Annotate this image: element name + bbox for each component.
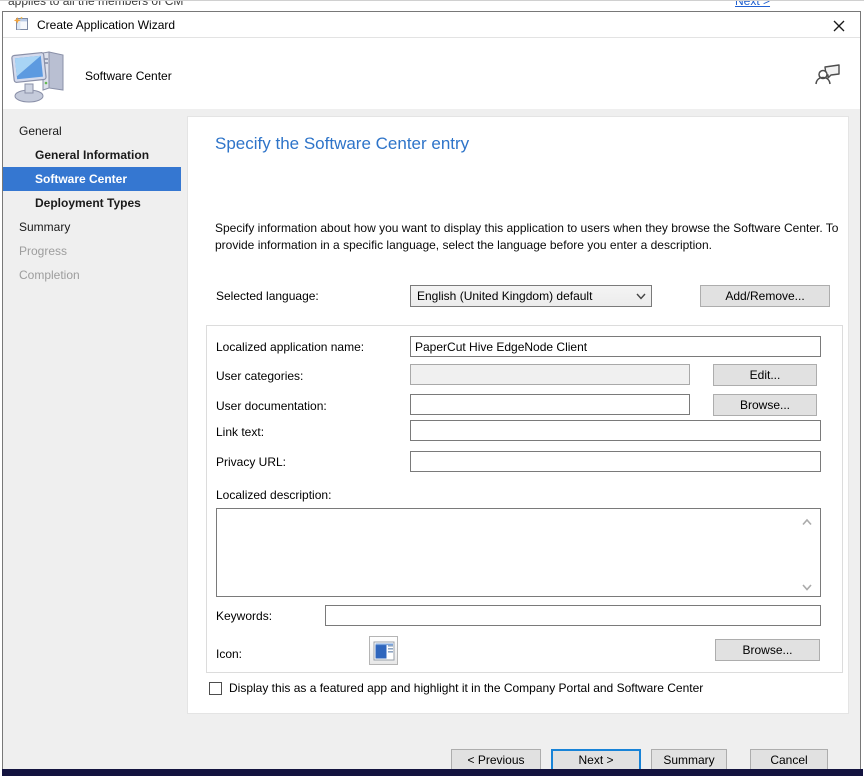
keywords-label: Keywords: — [216, 609, 272, 623]
titlebar: Create Application Wizard — [3, 12, 860, 38]
selected-language-value: English (United Kingdom) default — [417, 289, 592, 303]
user-documentation-label: User documentation: — [216, 399, 327, 413]
sidebar-item-general-information[interactable]: General Information — [3, 143, 181, 167]
wizard-sidebar: General General Information Software Cen… — [3, 119, 181, 287]
window-title: Create Application Wizard — [37, 18, 175, 32]
feedback-person-icon[interactable] — [814, 59, 842, 92]
page-pane: Specify the Software Center entry Specif… — [187, 116, 849, 714]
window-bottom-edge — [2, 769, 863, 776]
scroll-down-icon[interactable] — [801, 579, 815, 593]
selected-language-label: Selected language: — [216, 289, 319, 303]
sidebar-item-deployment-types[interactable]: Deployment Types — [3, 191, 181, 215]
user-documentation-input[interactable] — [410, 394, 690, 415]
wizard-header-product-title: Software Center — [85, 69, 172, 83]
selected-language-select[interactable]: English (United Kingdom) default — [410, 285, 652, 307]
content-area: General General Information Software Cen… — [3, 109, 860, 770]
sidebar-item-completion: Completion — [3, 263, 181, 287]
keywords-input[interactable] — [325, 605, 821, 626]
wizard-window-icon — [13, 16, 29, 37]
icon-label: Icon: — [216, 647, 242, 661]
localized-application-name-label: Localized application name: — [216, 340, 364, 354]
software-center-computer-icon — [11, 42, 75, 111]
edit-categories-button[interactable]: Edit... — [713, 364, 817, 386]
localized-description-label: Localized description: — [216, 488, 331, 502]
application-icon-preview — [369, 636, 398, 665]
sidebar-item-summary[interactable]: Summary — [3, 215, 181, 239]
background-text-fragment: applies to all the members of CM — [8, 0, 183, 8]
chevron-down-icon — [636, 293, 646, 300]
background-window-strip: applies to all the members of CM Next > — [0, 0, 864, 11]
featured-checkbox[interactable] — [209, 682, 222, 695]
add-remove-language-button[interactable]: Add/Remove... — [700, 285, 830, 307]
privacy-url-label: Privacy URL: — [216, 455, 286, 469]
sidebar-item-software-center[interactable]: Software Center — [3, 167, 181, 191]
create-application-wizard-window: Create Application Wizard — [2, 11, 861, 776]
localized-description-textarea[interactable] — [216, 508, 821, 597]
sidebar-item-general[interactable]: General — [3, 119, 181, 143]
page-title: Specify the Software Center entry — [215, 134, 469, 154]
user-categories-input — [410, 364, 690, 385]
localized-application-name-input[interactable] — [410, 336, 821, 357]
browse-documentation-button[interactable]: Browse... — [713, 394, 817, 416]
user-categories-label: User categories: — [216, 369, 303, 383]
link-text-input[interactable] — [410, 420, 821, 441]
featured-app-checkbox-row: Display this as a featured app and highl… — [209, 681, 703, 695]
page-description: Specify information about how you want t… — [215, 220, 845, 253]
scroll-up-icon[interactable] — [801, 514, 815, 528]
wizard-header: Software Center — [3, 39, 860, 109]
privacy-url-input[interactable] — [410, 451, 821, 472]
background-link-fragment: Next > — [735, 0, 770, 8]
screen: applies to all the members of CM Next > … — [0, 0, 864, 776]
browse-icon-button[interactable]: Browse... — [715, 639, 820, 661]
featured-checkbox-label: Display this as a featured app and highl… — [229, 681, 703, 695]
sidebar-item-progress: Progress — [3, 239, 181, 263]
link-text-label: Link text: — [216, 425, 264, 439]
close-icon[interactable] — [830, 17, 848, 35]
